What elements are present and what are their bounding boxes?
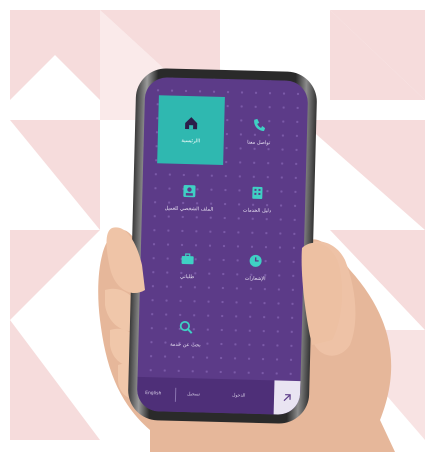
tile-label: طلباتي xyxy=(179,273,195,281)
phone-device: ا‌الرئيسية تواصل معنا الملف الشخصي للعمي… xyxy=(127,67,318,425)
bottom-bar: English تسجيل الدخول xyxy=(136,376,301,416)
tile-directory[interactable]: دليل الخدمات xyxy=(223,165,291,235)
tile-label: ا‌الرئيسية xyxy=(181,137,201,145)
tile-label: بحث عن خدمة xyxy=(170,341,201,349)
tile-contact[interactable]: تواصل معنا xyxy=(225,97,293,167)
tile-notifications[interactable]: الإشعارات xyxy=(222,233,290,303)
language-link[interactable]: English xyxy=(145,391,161,396)
divider xyxy=(174,387,177,402)
tile-label: دليل الخدمات xyxy=(242,207,272,215)
search-icon xyxy=(179,320,193,334)
tile-label: الإشعارات xyxy=(244,275,266,283)
home-icon xyxy=(185,117,198,130)
briefcase-icon xyxy=(181,253,194,265)
tile-home[interactable]: ا‌الرئيسية xyxy=(157,95,225,165)
tile-search[interactable]: بحث عن خدمة xyxy=(152,299,220,369)
directory-icon xyxy=(252,186,263,199)
login-link[interactable]: الدخول xyxy=(232,393,245,398)
collapse-icon xyxy=(283,394,291,402)
tile-label: تواصل معنا xyxy=(247,139,271,147)
register-link[interactable]: تسجيل xyxy=(187,392,200,397)
phone-icon xyxy=(254,118,266,132)
clock-icon xyxy=(249,254,262,267)
collapse-button[interactable] xyxy=(273,380,301,416)
tile-profile[interactable]: الملف الشخصي للعميل xyxy=(155,163,223,233)
tile-requests[interactable]: طلباتي xyxy=(154,231,222,301)
profile-icon xyxy=(183,184,196,198)
app-screen: ا‌الرئيسية تواصل معنا الملف الشخصي للعمي… xyxy=(136,76,309,416)
tile-label: الملف الشخصي للعميل xyxy=(164,205,214,213)
